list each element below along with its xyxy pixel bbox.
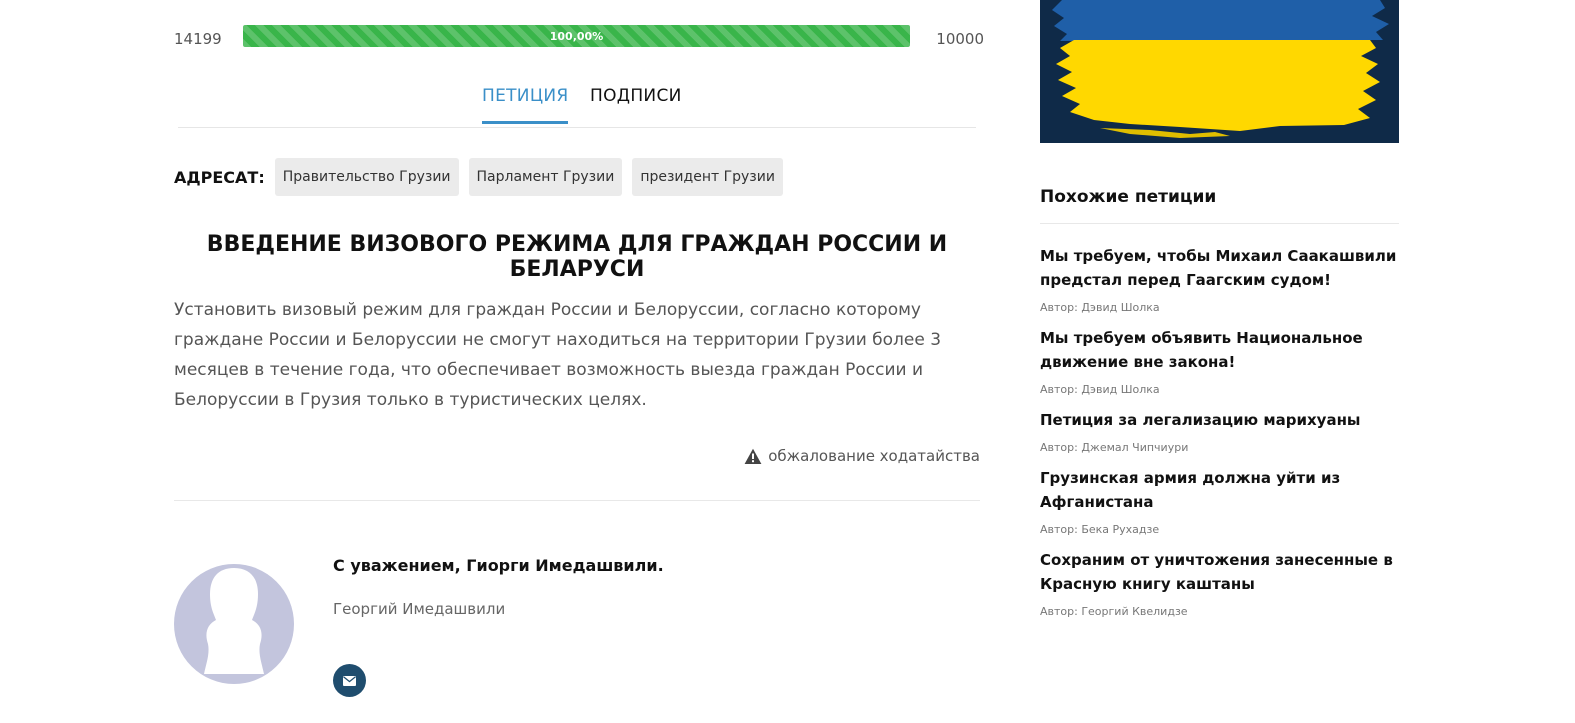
complaint-link[interactable]: обжалование ходатайства [744,447,980,465]
petition-tabs: ПЕТИЦИЯ ПОДПИСИ [178,82,976,128]
progress-bar-fill: 100,00% [243,25,910,47]
similar-petition-author: Автор: Дэвид Шолка [1040,301,1160,314]
signatures-target: 10000 [936,30,984,48]
envelope-icon [343,675,356,686]
similar-petition-author: Автор: Бека Рухадзе [1040,523,1160,536]
similar-petition-author: Автор: Георгий Квелидзе [1040,605,1188,618]
petition-title: ВВЕДЕНИЕ ВИЗОВОГО РЕЖИМА ДЛЯ ГРАЖДАН РОС… [206,232,948,282]
default-avatar-icon [204,568,264,674]
ukraine-flag-image [1040,0,1399,143]
list-item: Петиция за легализацию марихуаны Автор: … [1040,408,1410,456]
warning-triangle-icon [744,448,762,464]
similar-petitions-title: Похожие петиции [1040,187,1217,207]
complaint-label: обжалование ходатайства [768,447,980,465]
progress-percent: 100,00% [549,29,604,43]
addressee-label: АДРЕСАТ: [174,167,265,187]
list-item: Мы требуем, чтобы Михаил Саакашвили пред… [1040,244,1410,316]
similar-petition-link[interactable]: Грузинская армия должна уйти из Афганист… [1040,466,1410,514]
signatures-count: 14199 [174,30,222,48]
sidebar-divider [1040,223,1399,224]
addressee-chip-president[interactable]: президент Грузии [632,158,783,196]
progress-bar: 100,00% [243,25,910,47]
ukraine-flag-banner[interactable] [1040,0,1399,143]
similar-petition-link[interactable]: Сохраним от уничтожения занесенные в Кра… [1040,548,1410,596]
similar-petition-link[interactable]: Мы требуем объявить Национальное движени… [1040,326,1410,374]
signature-progress: 14199 100,00% 10000 [174,24,984,52]
similar-petitions-list: Мы требуем, чтобы Михаил Саакашвили пред… [1040,244,1410,630]
similar-petition-author: Автор: Дэвид Шолка [1040,383,1160,396]
contact-author-button[interactable] [333,664,366,697]
author-regards: С уважением, Гиорги Имедашвили. [333,556,664,575]
tab-signatures[interactable]: ПОДПИСИ [590,86,682,106]
list-item: Грузинская армия должна уйти из Афганист… [1040,466,1410,538]
list-item: Мы требуем объявить Национальное движени… [1040,326,1410,398]
tab-petition[interactable]: ПЕТИЦИЯ [482,86,569,124]
addressee-chip-government[interactable]: Правительство Грузии [274,158,459,196]
section-divider [174,500,980,501]
similar-petition-author: Автор: Джемал Чипчиури [1040,441,1189,454]
avatar [174,564,294,684]
addressee-chip-parliament[interactable]: Парламент Грузии [468,158,623,196]
similar-petition-link[interactable]: Мы требуем, чтобы Михаил Саакашвили пред… [1040,244,1410,292]
list-item: Сохраним от уничтожения занесенные в Кра… [1040,548,1410,620]
petition-body: Установить визовый режим для граждан Рос… [174,300,942,410]
addressee-row: АДРЕСАТ: Правительство Грузии Парламент … [174,158,793,196]
similar-petition-link[interactable]: Петиция за легализацию марихуаны [1040,408,1410,432]
author-name: Георгий Имедашвили [333,600,506,618]
